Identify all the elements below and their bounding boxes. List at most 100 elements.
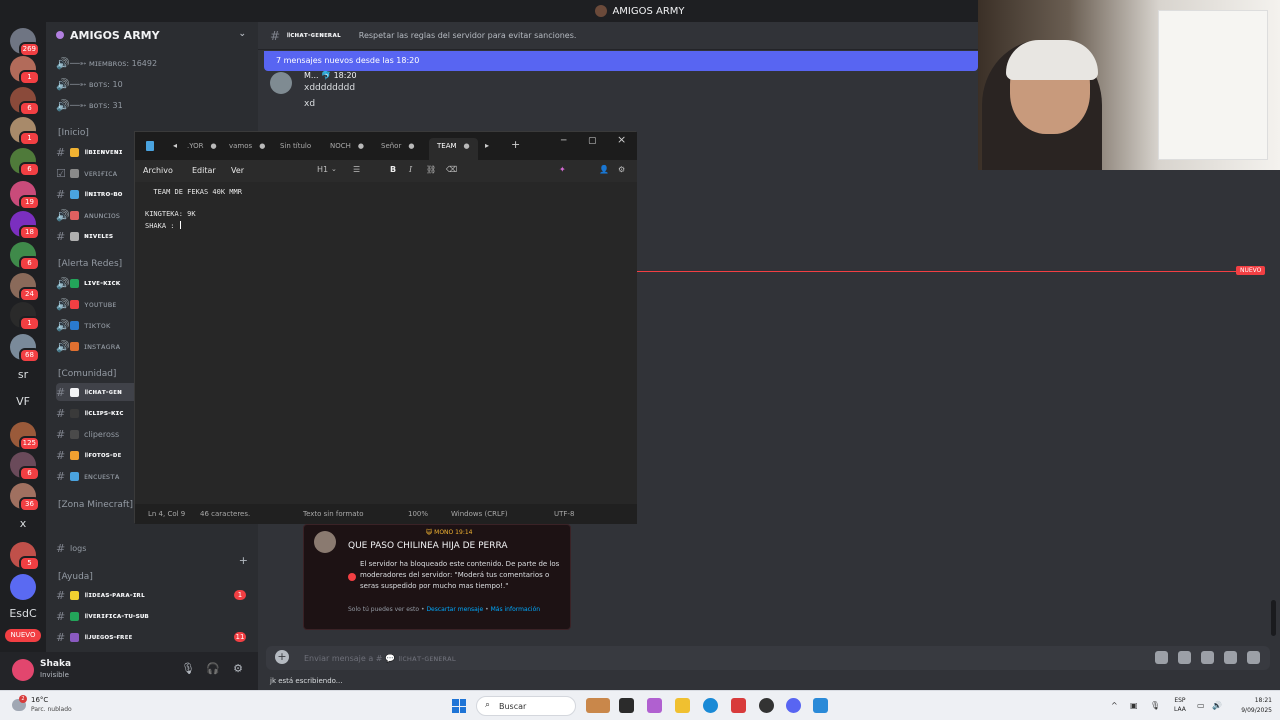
sidebar-channel-item[interactable]: # ॥ᴠᴇʀɪғɪᴄᴀ-ᴛᴜ-sᴜʙ [56, 607, 254, 625]
server-icon[interactable]: 36 [10, 483, 40, 512]
unsaved-dot-icon[interactable]: ● [358, 142, 364, 150]
sidebar-channel-item[interactable]: 🔊 ──➳ ʙᴏᴛs: 31 [56, 96, 254, 114]
weather-desc[interactable]: Parc. nublado [31, 706, 72, 713]
windows-start-icon[interactable] [452, 699, 466, 713]
link-icon[interactable]: ⛓ [426, 165, 436, 174]
menu-ver[interactable]: Ver [231, 166, 244, 175]
server-icon[interactable]: 68 [10, 334, 40, 363]
taskbar-search[interactable]: ⌕ Buscar [476, 696, 576, 716]
server-header[interactable]: AMIGOS ARMY ⌄ [46, 22, 258, 48]
server-icon[interactable]: 125 [10, 422, 40, 451]
sidebar-channel-item[interactable]: 🔊 ──➳ ᴍɪᴇᴍʙʀᴏs: 16492 [56, 54, 254, 72]
notepad-tab[interactable]: vamos ● [229, 138, 265, 160]
menu-editar[interactable]: Editar [192, 166, 216, 175]
notepad-taskbar-icon[interactable] [813, 698, 828, 713]
server-icon[interactable]: 1 [10, 117, 40, 146]
channel-topic[interactable]: Respetar las reglas del servidor para ev… [359, 31, 577, 40]
message-author[interactable]: M... 🐬 18:20 [304, 71, 357, 80]
discord-icon[interactable] [786, 698, 801, 713]
tab-scroll-left-icon[interactable]: ◂ [173, 141, 177, 150]
server-icon[interactable]: 6 [10, 148, 40, 177]
zoom-level[interactable]: 100% [408, 510, 428, 518]
tray-overflow-icon[interactable]: ^ [1111, 701, 1118, 710]
server-folder-text[interactable]: EsdC [8, 607, 38, 620]
sticker-icon[interactable] [1201, 651, 1214, 664]
taskbar-clock[interactable]: 18:21 9/09/2025 [1230, 696, 1272, 716]
copilot-icon[interactable]: ✦ [559, 165, 566, 174]
server-icon[interactable]: 6 [10, 242, 40, 271]
server-icon[interactable]: 18 [10, 211, 40, 240]
server-icon[interactable]: 6 [10, 452, 40, 481]
notepad-tab[interactable]: Señor ● [381, 138, 414, 160]
add-attachment-icon[interactable]: + [275, 650, 289, 664]
network-icon[interactable]: ▭ [1197, 701, 1205, 710]
new-unreads-pill[interactable]: NUEVO [5, 629, 41, 642]
copilot-icon[interactable] [647, 698, 662, 713]
office-app-icon[interactable] [731, 698, 746, 713]
apps-icon[interactable] [1247, 651, 1260, 664]
unsaved-dot-icon[interactable]: ● [408, 142, 414, 150]
notepad-tab[interactable]: Sin título [280, 138, 311, 160]
sidebar-channel-item[interactable]: # ॥ᴊᴜᴇɢᴏs-ғʀᴇᴇ 11 [56, 628, 254, 646]
message-composer[interactable]: + Enviar mensaje a # 💬 ॥ᴄʜᴀᴛ-ɢᴇɴᴇʀᴀʟ [266, 646, 1270, 670]
tray-mic-icon[interactable]: 🎙 [1150, 701, 1160, 710]
sidebar-channel-item[interactable]: # ॥ɪᴅᴇᴀs-ᴘᴀʀᴀ-ɪʀʟ 1 [56, 586, 254, 604]
obs-icon[interactable] [759, 698, 774, 713]
new-messages-bar[interactable]: 7 mensajes nuevos desde las 18:20 [264, 51, 978, 71]
server-icon[interactable] [10, 574, 36, 600]
notepad-tab[interactable]: NOCH ● [330, 138, 364, 160]
server-icon[interactable]: 269 [10, 28, 40, 57]
channel-category[interactable]: [Comunidad] [58, 369, 116, 379]
account-icon[interactable]: 👤 [599, 165, 609, 174]
minimize-icon[interactable]: ─ [561, 136, 566, 146]
tab-scroll-right-icon[interactable]: ▸ [485, 141, 489, 150]
text-format[interactable]: Texto sin formato [303, 510, 364, 518]
new-tab-icon[interactable]: + [511, 138, 520, 151]
unsaved-dot-icon[interactable]: ● [211, 142, 217, 150]
task-view-icon[interactable] [619, 698, 634, 713]
server-icon[interactable]: 1 [10, 302, 40, 331]
server-folder-text[interactable]: sr [8, 368, 38, 381]
edge-browser-icon[interactable] [703, 698, 718, 713]
server-folder-text[interactable]: VF [8, 395, 38, 408]
italic-button[interactable]: I [409, 165, 412, 174]
settings-gear-icon[interactable]: ⚙ [231, 662, 245, 676]
message-avatar[interactable] [314, 531, 336, 553]
clear-format-icon[interactable]: ⌫ [446, 165, 457, 174]
emoji-icon[interactable] [1224, 651, 1237, 664]
message-input-placeholder[interactable]: Enviar mensaje a # 💬 ॥ᴄʜᴀᴛ-ɢᴇɴᴇʀᴀʟ [304, 653, 456, 664]
server-icon[interactable]: 5 [10, 542, 40, 571]
sidebar-channel-item[interactable]: 🔊 ──➳ ʙᴏᴛs: 10 [56, 75, 254, 93]
notepad-tab[interactable]: .YOR ● [187, 138, 217, 160]
input-language[interactable]: ESP LAA [1174, 696, 1186, 714]
microphone-icon[interactable]: 🎙 [181, 662, 195, 676]
channel-category[interactable]: [Zona Minecraft] [58, 500, 133, 510]
gift-icon[interactable] [1155, 651, 1168, 664]
unsaved-dot-icon[interactable]: ● [259, 142, 265, 150]
heading-dropdown[interactable]: H1 [317, 165, 328, 174]
server-folder-text[interactable]: x [8, 517, 38, 530]
channel-category[interactable]: [Alerta Redes] [58, 259, 122, 269]
line-ending[interactable]: Windows (CRLF) [451, 510, 508, 518]
notepad-tab[interactable]: TEAM ● [429, 138, 478, 160]
add-channel-icon[interactable]: + [239, 554, 248, 567]
gif-icon[interactable] [1178, 651, 1191, 664]
server-icon[interactable]: 6 [10, 87, 40, 116]
menu-archivo[interactable]: Archivo [143, 166, 173, 175]
encoding[interactable]: UTF-8 [554, 510, 574, 518]
list-icon[interactable]: ☰ [353, 165, 360, 174]
settings-gear-icon[interactable]: ⚙ [618, 165, 625, 174]
dismiss-message-link[interactable]: Descartar mensaje [426, 606, 483, 613]
tray-app-icon[interactable]: ▣ [1130, 701, 1138, 710]
message-avatar[interactable] [270, 72, 292, 94]
widget-badge-icon[interactable] [586, 698, 610, 713]
notepad-text-area[interactable]: TEAM DE FEKAS 40K MMR KINGTEKA: 9K SHAKA… [135, 182, 637, 504]
channel-category[interactable]: [Ayuda] [58, 572, 93, 582]
maximize-icon[interactable]: ▢ [588, 136, 597, 146]
file-explorer-icon[interactable] [675, 698, 690, 713]
channel-category[interactable]: [Inicio] [58, 128, 89, 138]
unsaved-dot-icon[interactable]: ● [464, 142, 470, 150]
bold-button[interactable]: B [390, 165, 396, 174]
chevron-down-icon[interactable]: ⌄ [238, 29, 246, 39]
user-avatar[interactable] [12, 659, 34, 681]
